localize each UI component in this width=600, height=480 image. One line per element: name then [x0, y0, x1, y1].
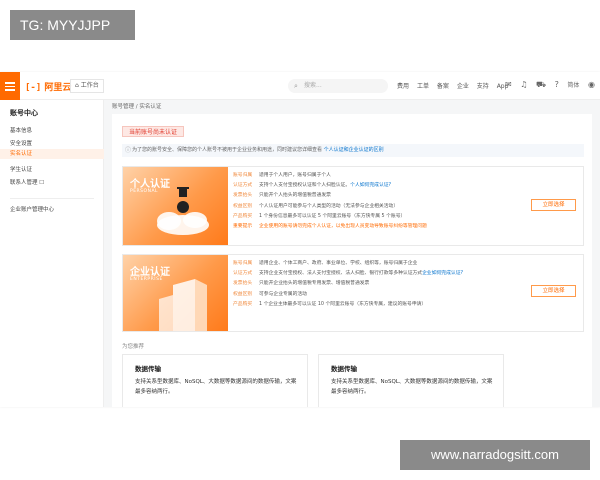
recommend-card[interactable]: 数据传输 支持关系型数据库、NoSQL、大数据等数据源间的数据传输，文案最多容纳… — [318, 354, 504, 407]
sidebar: 账号中心 基本信息 安全设置 实名认证 学生认证 联系人管理 ☐ 企业账户管理中… — [0, 100, 104, 407]
sidebar-item-enterprise-center[interactable]: 企业账户管理中心 — [10, 205, 54, 213]
search-placeholder: 搜索... — [304, 82, 322, 89]
enterprise-banner: 企业认证 ENTERPRISE — [123, 255, 228, 331]
logo-text: 阿里云 — [44, 83, 72, 93]
personal-row-warning: 重要提示 企业使用的账号请勿完成个人认证，以免出现人员变动导致账号纠纷等管理问题 — [233, 223, 427, 229]
breadcrumb-separator: / — [135, 104, 138, 110]
auth-card: 当前账号尚未认证 ⓘ 为了您的账号安全、保障您的个人账号不被用于企业业务和用途，… — [112, 114, 592, 407]
avatar[interactable]: ◉ — [588, 80, 595, 89]
sidebar-item-student[interactable]: 学生认证 — [10, 165, 32, 173]
enterprise-auth-panel: 企业认证 ENTERPRISE 账号归属 适用企业、个体工商户、政府、事业单位、学… — [122, 254, 584, 332]
enterprise-row-benefits: 权益区别 可参与企业专属的活动 — [233, 291, 307, 297]
personal-row-purchase: 产品购买 1 个身份信息最多可以认证 5 个阿里云账号（东方快专属 5 个账号） — [233, 213, 406, 219]
help-icon[interactable]: ? — [555, 80, 559, 89]
personal-auth-panel: 个人认证 PERSONAL 账号归属 适用于个人用户，账号归属于个人 认证方式 支持… — [122, 166, 584, 246]
notice-link[interactable]: 个人认证和企业认证的区别 — [324, 147, 384, 153]
notice-bar: ⓘ 为了您的账号安全、保障您的个人账号不被用于企业业务和用途，同时建议您详细查看… — [122, 144, 584, 157]
notice-text: 为了您的账号安全、保障您的个人账号不被用于企业业务和用途，同时建议您详细查看 — [132, 147, 324, 153]
enterprise-row-ownership: 账号归属 适用企业、个体工商户、政府、事业单位、学校、组织等，账号归属于企业 — [233, 261, 418, 266]
main-content: 账号管理 / 实名认证 当前账号尚未认证 ⓘ 为了您的账号安全、保障您的个人账号… — [104, 100, 600, 407]
personal-row-benefits: 权益区别 个人认证用户可能参与个人类型的活动（无法参与企业相关活动） — [233, 203, 399, 209]
language-switch[interactable]: 简体 — [567, 82, 579, 89]
status-badge: 当前账号尚未认证 — [122, 126, 185, 137]
search-icon: ⌕ — [294, 82, 298, 90]
watermark-top: TG: MYYJJPP — [10, 10, 135, 40]
personal-how-link[interactable]: 个人如何完成认证? — [350, 183, 391, 188]
bell-icon[interactable]: ♫ — [520, 80, 527, 89]
breadcrumb-current: 实名认证 — [139, 104, 162, 110]
workbench-button[interactable]: ⌂ 工作台 — [70, 79, 104, 93]
cloud-figure-illustration — [157, 187, 209, 235]
sidebar-item-basic-info[interactable]: 基本信息 — [10, 126, 32, 134]
menu-icon[interactable] — [0, 72, 20, 100]
workbench-label: 工作台 — [80, 82, 99, 89]
nav-link-fees[interactable]: 费用 — [397, 83, 409, 90]
enterprise-how-link[interactable]: 企业如何完成认证? — [422, 271, 463, 276]
search-input[interactable]: ⌕ 搜索... — [288, 79, 388, 93]
personal-row-invoice: 发票抬头 只能开个人抬头的增值税普通发票 — [233, 193, 331, 199]
sidebar-title: 账号中心 — [10, 109, 38, 117]
nav-link-tickets[interactable]: 工单 — [417, 83, 429, 90]
personal-details: 账号归属 适用于个人用户，账号归属于个人 认证方式 支持个人支付宝授权认证和个人扫脸… — [233, 171, 523, 232]
recommend-card-title: 数据传输 — [135, 365, 161, 373]
mail-icon[interactable]: ✉ — [505, 80, 512, 89]
personal-row-method: 认证方式 支持个人支付宝授权认证和个人扫脸认证。个人如何完成认证? — [233, 183, 392, 189]
recommend-card-desc: 支持关系型数据库、NoSQL、大数据等数据源间的数据传输，文案最多容纳两行。 — [331, 379, 493, 395]
sidebar-item-security[interactable]: 安全设置 — [10, 139, 32, 147]
breadcrumb: 账号管理 / 实名认证 — [112, 102, 161, 110]
top-nav-links: 费用 工单 备案 企业 支持 App — [397, 81, 514, 90]
sidebar-divider — [10, 198, 94, 199]
nav-link-enterprise[interactable]: 企业 — [457, 83, 469, 90]
sidebar-item-contacts[interactable]: 联系人管理 ☐ — [10, 178, 44, 186]
info-icon: ⓘ — [125, 147, 132, 154]
logo-bracket: [-] — [25, 83, 42, 93]
sidebar-item-real-name[interactable]: 实名认证 — [0, 149, 104, 159]
enterprise-row-invoice: 发票抬头 只能开企业抬头的增值税专用发票、增值税普通发票 — [233, 281, 370, 287]
brand-logo[interactable]: [-] 阿里云 — [25, 80, 71, 93]
recommend-card-title: 数据传输 — [331, 365, 357, 373]
enterprise-select-button[interactable]: 立即选择 — [531, 285, 576, 297]
top-bar: [-] 阿里云 ⌂ 工作台 ⌕ 搜索... 费用 工单 备案 企业 支持 App… — [0, 72, 600, 100]
enterprise-row-method: 认证方式 支持企业支付宝授权、法人支付宝授权、法人扫脸、银行打款等多种认证方式企业… — [233, 271, 464, 277]
console-window: [-] 阿里云 ⌂ 工作台 ⌕ 搜索... 费用 工单 备案 企业 支持 App… — [0, 72, 600, 407]
nav-link-support[interactable]: 支持 — [477, 83, 489, 90]
personal-banner: 个人认证 PERSONAL — [123, 167, 228, 245]
recommend-card[interactable]: 数据传输 支持关系型数据库、NoSQL、大数据等数据源间的数据传输，文案最多容纳… — [122, 354, 308, 407]
nav-link-filing[interactable]: 备案 — [437, 83, 449, 90]
enterprise-row-purchase: 产品购买 1 个企业主体最多可以认证 10 个阿里云账号（东方快专属，建议的账号申… — [233, 301, 427, 307]
personal-row-ownership: 账号归属 适用于个人用户，账号归属于个人 — [233, 173, 331, 178]
recommend-title: 为您推荐 — [122, 344, 145, 350]
top-nav-icons: ✉ ♫ ⛟ ? 简体 ◉ — [505, 80, 600, 90]
watermark-bottom: www.narradogsitt.com — [400, 440, 590, 470]
breadcrumb-root[interactable]: 账号管理 — [112, 104, 134, 110]
home-icon: ⌂ — [75, 82, 79, 89]
enterprise-details: 账号归属 适用企业、个体工商户、政府、事业单位、学校、组织等，账号归属于企业 认证… — [233, 259, 523, 310]
recommend-card-desc: 支持关系型数据库、NoSQL、大数据等数据源间的数据传输，文案最多容纳两行。 — [135, 379, 297, 395]
cart-icon[interactable]: ⛟ — [536, 80, 546, 89]
building-illustration — [159, 279, 207, 331]
personal-select-button[interactable]: 立即选择 — [531, 199, 576, 211]
